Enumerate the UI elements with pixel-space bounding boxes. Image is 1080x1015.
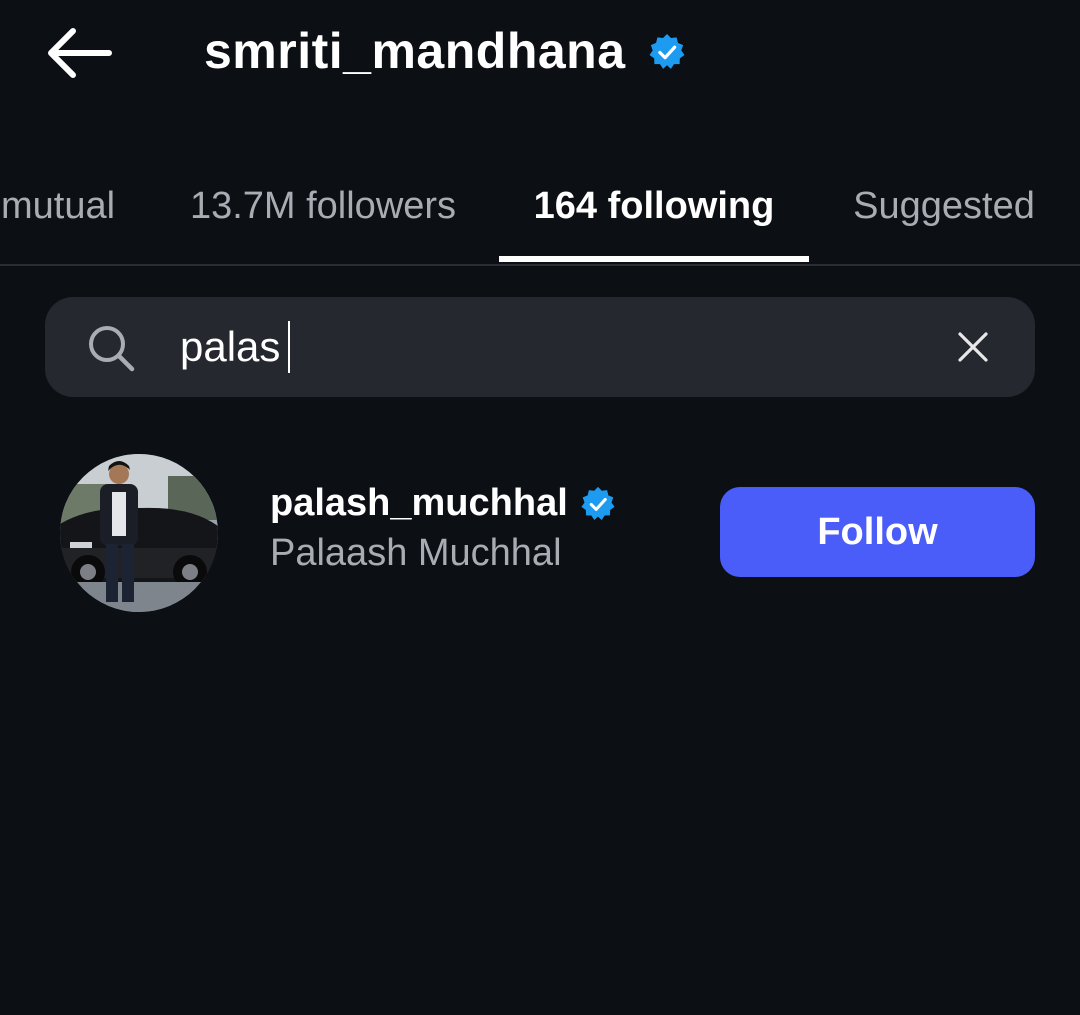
header-bar: smriti_mandhana — [0, 0, 1080, 110]
text-caret — [288, 321, 290, 373]
tab-suggested[interactable]: Suggested — [822, 150, 1066, 262]
result-full-name: Palaash Muchhal — [270, 532, 562, 574]
profile-username: smriti_mandhana — [204, 23, 626, 79]
list-item[interactable]: palash_muchhal Palaash Muchhal Follow — [0, 440, 1080, 625]
arrow-left-icon — [48, 28, 112, 78]
close-icon — [958, 332, 988, 362]
avatar[interactable] — [60, 454, 218, 612]
result-username-line[interactable]: palash_muchhal — [270, 482, 616, 525]
back-button[interactable] — [40, 22, 116, 84]
search-icon — [89, 326, 135, 372]
active-tab-indicator — [499, 256, 809, 262]
tab-mutual[interactable]: mutual — [0, 150, 148, 262]
verified-badge-icon — [580, 486, 616, 522]
follow-tabs: mutual 13.7M followers 164 following Sug… — [0, 150, 1080, 266]
follow-button[interactable]: Follow — [720, 487, 1035, 577]
tab-following[interactable]: 164 following — [499, 150, 809, 262]
tab-followers[interactable]: 13.7M followers — [148, 150, 498, 262]
profile-title: smriti_mandhana — [204, 20, 686, 82]
clear-search-button[interactable] — [946, 320, 1000, 374]
result-username: palash_muchhal — [270, 482, 568, 524]
verified-badge-icon — [648, 33, 686, 71]
